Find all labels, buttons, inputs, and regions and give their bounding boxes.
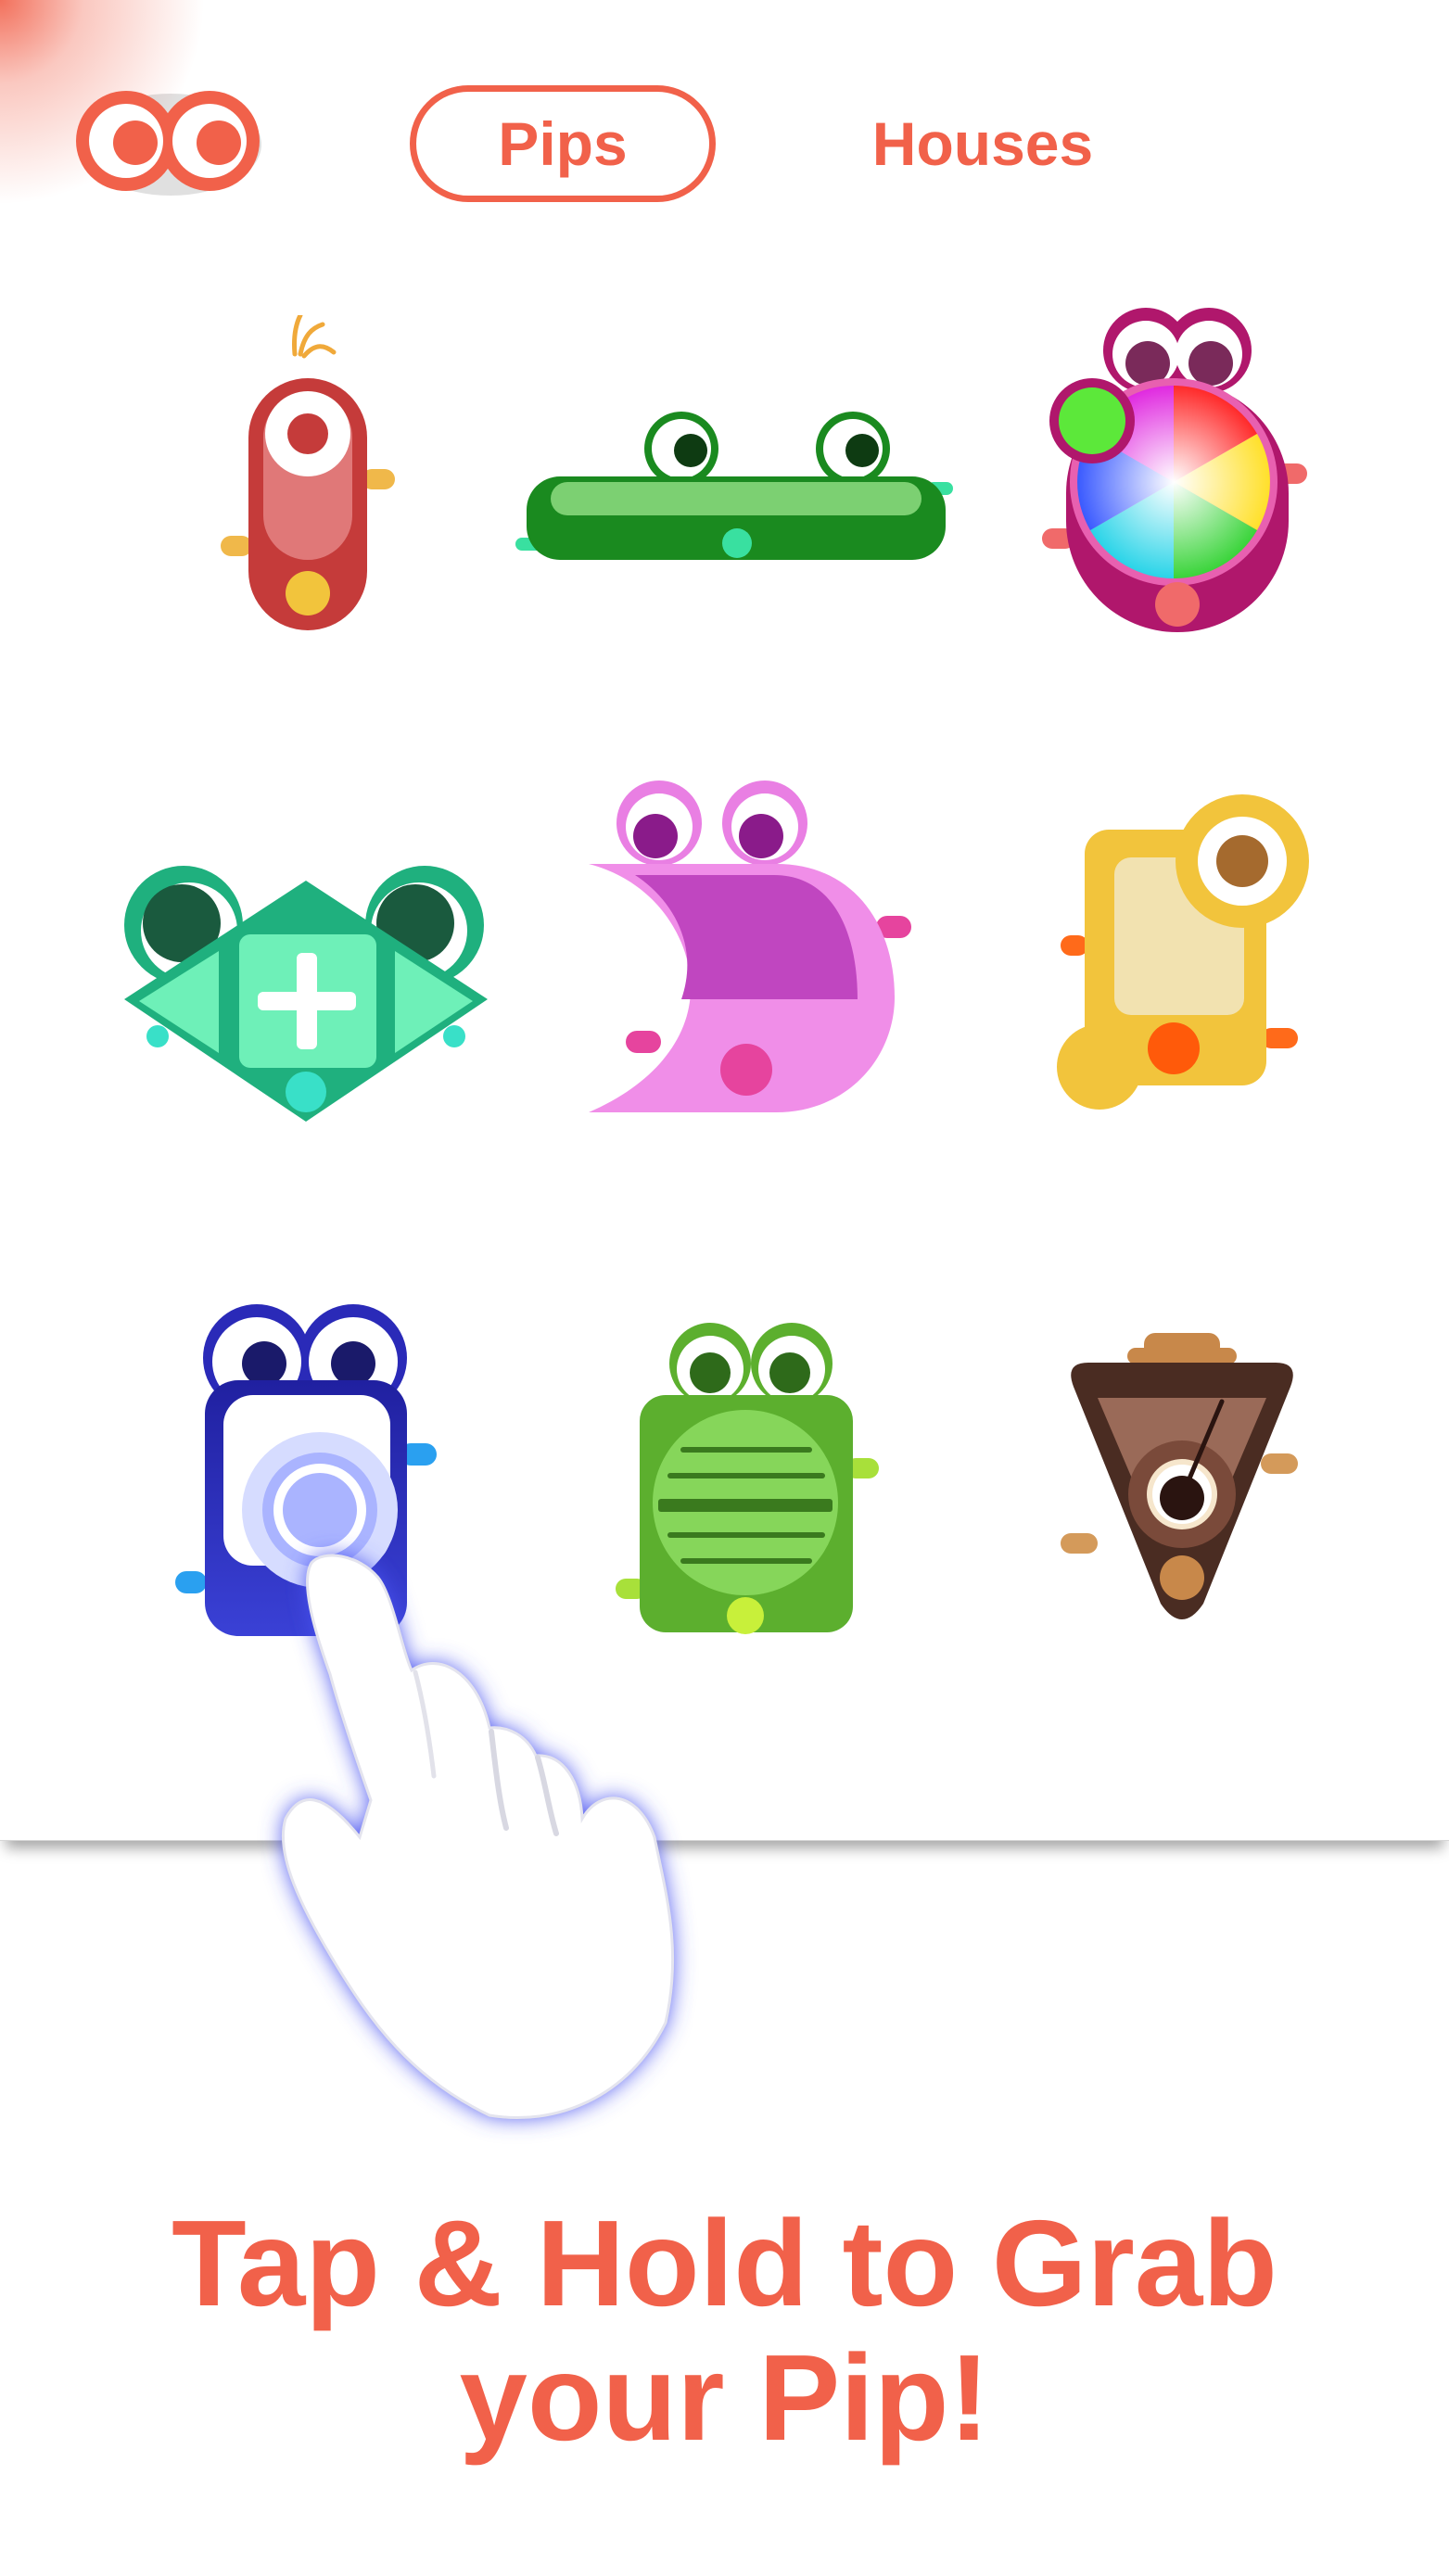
tab-pips[interactable]: Pips — [410, 85, 716, 202]
brown-gauge-pip[interactable] — [1057, 1326, 1307, 1622]
pink-crescent-pip[interactable] — [579, 779, 913, 1122]
color-wheel-pip[interactable] — [1029, 306, 1316, 640]
tab-houses[interactable]: Houses — [834, 85, 1131, 202]
green-long-pip[interactable] — [510, 408, 955, 575]
pips-logo-icon[interactable] — [72, 85, 265, 198]
red-pip[interactable] — [204, 315, 408, 640]
instruction-line-1: Tap & Hold to Grab — [172, 2195, 1277, 2331]
instruction-line-2: your Pip! — [459, 2329, 990, 2466]
tap-hand-icon — [281, 1554, 675, 2120]
yellow-pip[interactable] — [1057, 793, 1326, 1117]
diamond-plus-pip[interactable] — [121, 844, 491, 1131]
